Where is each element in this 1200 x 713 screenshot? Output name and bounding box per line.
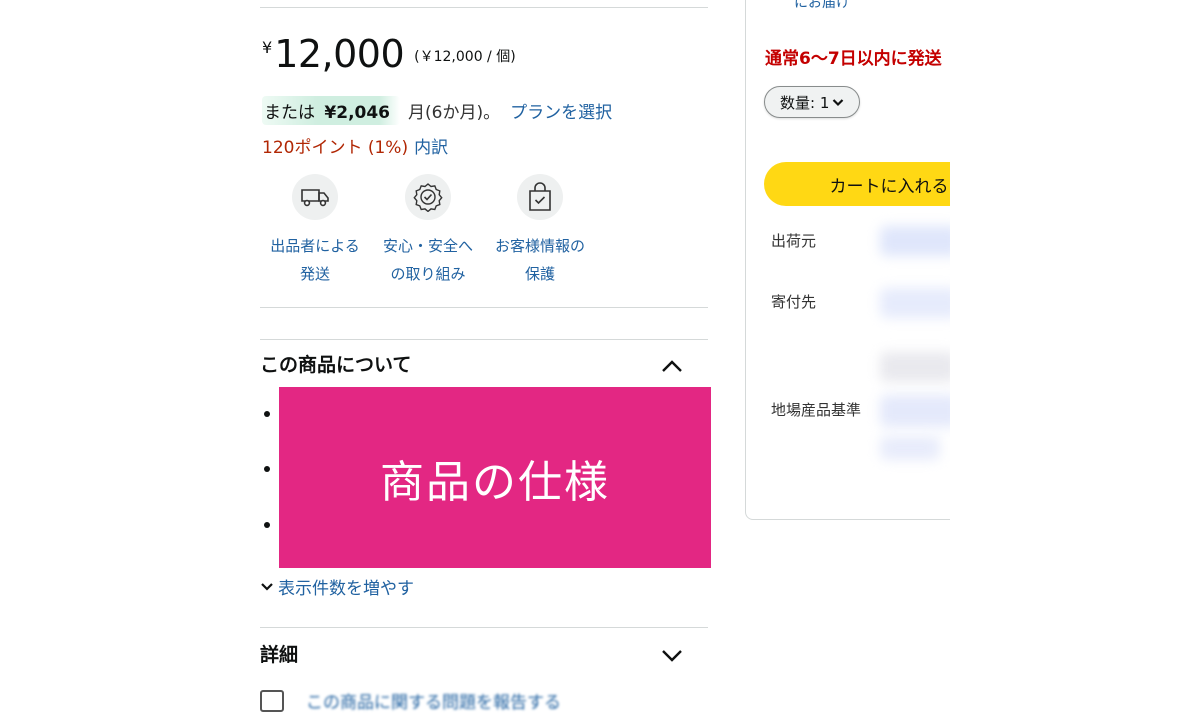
installment-term: 月(6か月)。	[408, 102, 501, 123]
currency-symbol: ¥	[262, 38, 273, 57]
bullet-point	[264, 466, 270, 472]
report-issue-row[interactable]: この商品に関する問題を報告する	[260, 688, 561, 713]
spec-overlay-banner: 商品の仕様	[279, 387, 711, 568]
bullet-point	[264, 522, 270, 528]
report-issue-link[interactable]: この商品に関する問題を報告する	[306, 688, 561, 713]
feature-label-line2: 保護	[524, 265, 555, 283]
points-breakdown-link[interactable]: 内訳	[414, 133, 448, 158]
divider	[260, 339, 708, 340]
page-edge	[950, 0, 1200, 700]
add-to-cart-label: カートに入れる	[829, 176, 949, 197]
divider	[260, 627, 708, 628]
feature-privacy[interactable]: お客様情報の 保護	[484, 174, 596, 288]
donation-label: 寄付先	[771, 293, 817, 311]
feature-safety[interactable]: 安心・安全へ の取り組み	[372, 174, 484, 288]
feature-label-line2: 発送	[299, 265, 330, 283]
price-amount: 12,000	[274, 32, 405, 76]
spec-overlay-text: 商品の仕様	[380, 456, 610, 508]
unit-price: (￥12,000 / 個)	[414, 49, 516, 65]
installment-highlight: または ¥2,046	[262, 95, 401, 125]
details-section-title: 詳細	[260, 644, 299, 666]
show-more-label: 表示件数を増やす	[278, 579, 414, 599]
feature-seller-shipping[interactable]: 出品者による 発送	[259, 174, 371, 288]
quantity-label: 数量: 1	[780, 93, 830, 112]
bullet-point	[264, 411, 270, 417]
select-plan-link[interactable]: プランを選択	[510, 98, 612, 123]
points-row: 120ポイント (1%) 内訳	[262, 132, 448, 158]
price-block: ¥ 12,000 (￥12,000 / 個)	[262, 30, 516, 80]
buy-box	[745, 0, 975, 520]
redacted-block	[880, 436, 940, 460]
divider	[260, 307, 708, 308]
feature-label-line2: の取り組み	[390, 265, 466, 283]
feature-label-line1: お客様情報の	[494, 237, 585, 255]
report-flag-icon	[260, 689, 284, 712]
about-section-title: この商品について	[260, 354, 412, 376]
chevron-down-icon[interactable]	[659, 642, 685, 668]
installment-prefix: または	[264, 102, 315, 123]
local-product-value-redacted	[880, 395, 960, 427]
feature-label-line1: 出品者による	[270, 237, 360, 255]
secure-bag-icon	[517, 174, 563, 220]
delivery-van-icon	[292, 174, 338, 220]
safety-badge-icon	[405, 174, 451, 220]
points-text: 120ポイント (1%)	[262, 137, 409, 158]
chevron-up-icon[interactable]	[659, 353, 685, 379]
chevron-down-icon	[833, 98, 844, 106]
chevron-down-icon	[261, 582, 273, 591]
top-divider	[260, 7, 708, 8]
delivery-location-link[interactable]: にお届け	[794, 0, 850, 12]
donation-value-redacted	[880, 288, 960, 318]
ship-from-label: 出荷元	[771, 232, 817, 250]
installment-row: または ¥2,046 月(6か月)。 プランを選択	[262, 95, 612, 125]
feature-label-line1: 安心・安全へ	[382, 237, 473, 255]
show-more-link[interactable]: 表示件数を増やす	[260, 574, 414, 599]
ship-from-value-redacted	[880, 226, 960, 256]
redacted-block	[880, 352, 956, 382]
installment-amount: ¥2,046	[324, 102, 391, 123]
delivery-estimate: 通常6〜7日以内に発送	[765, 49, 942, 69]
local-product-label: 地場産品基準	[771, 401, 862, 419]
quantity-select[interactable]: 数量: 1	[764, 86, 860, 118]
